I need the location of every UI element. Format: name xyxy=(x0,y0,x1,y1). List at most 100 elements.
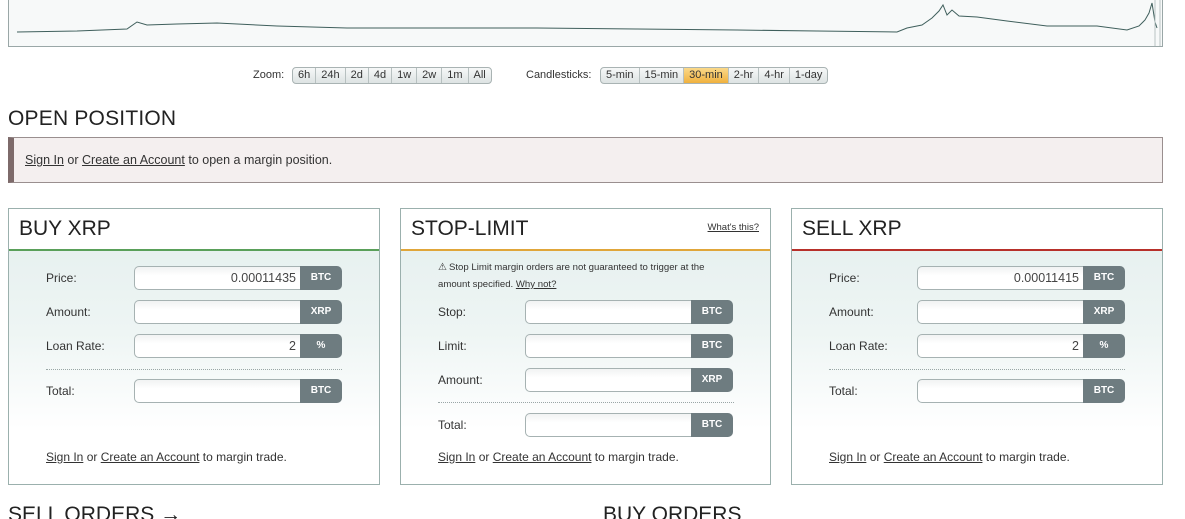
open-position-title: OPEN POSITION xyxy=(8,107,177,130)
stop-amount-unit: XRP xyxy=(691,368,733,392)
buy-loan-rate-label: Loan Rate: xyxy=(46,339,105,353)
zoom-1w[interactable]: 1w xyxy=(392,68,418,83)
buy-footer-text: to margin trade. xyxy=(202,450,287,464)
buy-total-label: Total: xyxy=(46,384,75,398)
sell-sign-in-link[interactable]: Sign In xyxy=(829,450,866,464)
stop-limit-panel-header: STOP-LIMIT What's this? xyxy=(401,209,770,251)
stop-label: Stop: xyxy=(438,305,467,319)
zoom-6h[interactable]: 6h xyxy=(293,68,317,83)
zoom-2d[interactable]: 2d xyxy=(346,68,369,83)
create-account-link[interactable]: Create an Account xyxy=(82,153,185,167)
sell-orders-title: SELL ORDERS → xyxy=(8,503,182,519)
candle-4-hr[interactable]: 4-hr xyxy=(759,68,790,83)
or-text: or xyxy=(67,153,79,167)
sell-loan-rate-unit: % xyxy=(1083,334,1125,358)
candle-2-hr[interactable]: 2-hr xyxy=(729,68,760,83)
sell-price-unit: BTC xyxy=(1083,266,1125,290)
stop-row: Stop: BTC xyxy=(401,300,770,324)
candle-5-min[interactable]: 5-min xyxy=(601,68,640,83)
buy-amount-unit: XRP xyxy=(300,300,342,324)
stop-or-text: or xyxy=(478,450,490,464)
sell-total-unit: BTC xyxy=(1083,379,1125,403)
price-line xyxy=(16,2,1158,33)
stop-limit-warning: ⚠ Stop Limit margin orders are not guaran… xyxy=(438,259,738,293)
buy-divider xyxy=(46,369,342,370)
limit-row: Limit: BTC xyxy=(401,334,770,358)
candle-15-min[interactable]: 15-min xyxy=(640,68,685,83)
buy-price-unit: BTC xyxy=(300,266,342,290)
sell-create-account-link[interactable]: Create an Account xyxy=(884,450,983,464)
zoom-1m[interactable]: 1m xyxy=(442,68,469,83)
sell-amount-label: Amount: xyxy=(829,305,874,319)
sell-price-label: Price: xyxy=(829,271,860,285)
whats-this-link[interactable]: What's this? xyxy=(708,222,759,233)
buy-amount-label: Amount: xyxy=(46,305,91,319)
limit-input[interactable] xyxy=(525,334,691,358)
buy-footer: Sign In or Create an Account to margin t… xyxy=(46,450,287,464)
buy-amount-row: Amount: XRP xyxy=(9,300,379,324)
buy-total-input[interactable] xyxy=(134,379,300,403)
buy-panel-header: BUY XRP xyxy=(9,209,379,251)
candlestick-button-group: 5-min 15-min 30-min 2-hr 4-hr 1-day xyxy=(600,67,829,84)
sell-or-text: or xyxy=(869,450,881,464)
stop-footer-text: to margin trade. xyxy=(594,450,679,464)
zoom-label: Zoom: xyxy=(253,69,285,81)
sell-divider xyxy=(829,369,1125,370)
zoom-4d[interactable]: 4d xyxy=(369,68,393,83)
stop-unit: BTC xyxy=(691,300,733,324)
why-not-link[interactable]: Why not? xyxy=(516,279,557,290)
sell-total-label: Total: xyxy=(829,384,858,398)
buy-price-input[interactable] xyxy=(134,266,300,290)
chart-controls: Zoom: 6h 24h 2d 4d 1w 2w 1m All Candlesticks: 5… xyxy=(0,67,1185,85)
buy-total-row: Total: BTC xyxy=(9,379,379,403)
stop-limit-warning-text: Stop Limit margin orders are not guarant… xyxy=(438,262,705,290)
sell-panel-header: SELL XRP xyxy=(792,209,1162,251)
stop-create-account-link[interactable]: Create an Account xyxy=(493,450,592,464)
sell-loan-rate-input[interactable] xyxy=(917,334,1083,358)
limit-unit: BTC xyxy=(691,334,733,358)
buy-panel: BUY XRP Price: BTC Amount: XRP Loan Rate… xyxy=(8,208,380,485)
candle-30-min[interactable]: 30-min xyxy=(684,68,729,83)
sell-amount-row: Amount: XRP xyxy=(792,300,1162,324)
zoom-button-group: 6h 24h 2d 4d 1w 2w 1m All xyxy=(292,67,492,84)
buy-create-account-link[interactable]: Create an Account xyxy=(101,450,200,464)
zoom-2w[interactable]: 2w xyxy=(417,68,443,83)
sell-loan-rate-label: Loan Rate: xyxy=(829,339,888,353)
sell-total-input[interactable] xyxy=(917,379,1083,403)
stop-limit-footer: Sign In or Create an Account to margin t… xyxy=(438,450,679,464)
sign-in-link[interactable]: Sign In xyxy=(25,153,64,167)
stop-total-input[interactable] xyxy=(525,413,691,437)
sell-panel-title: SELL XRP xyxy=(802,217,902,240)
buy-panel-title: BUY XRP xyxy=(19,217,111,240)
stop-limit-panel: STOP-LIMIT What's this? ⚠ Stop Limit marg… xyxy=(400,208,771,485)
notice-message: to open a margin position. xyxy=(188,153,333,167)
zoom-24h[interactable]: 24h xyxy=(316,68,346,83)
sell-total-row: Total: BTC xyxy=(792,379,1162,403)
sell-panel: SELL XRP Price: BTC Amount: XRP Loan Rat… xyxy=(791,208,1163,485)
buy-price-row: Price: BTC xyxy=(9,266,379,290)
stop-amount-label: Amount: xyxy=(438,373,483,387)
stop-limit-divider xyxy=(438,402,734,403)
buy-loan-rate-row: Loan Rate: % xyxy=(9,334,379,358)
buy-loan-rate-input[interactable] xyxy=(134,334,300,358)
buy-or-text: or xyxy=(86,450,98,464)
stop-input[interactable] xyxy=(525,300,691,324)
stop-limit-panel-title: STOP-LIMIT xyxy=(411,217,529,240)
buy-orders-title: BUY ORDERS xyxy=(603,503,742,519)
open-position-notice: Sign In or Create an Account to open a m… xyxy=(8,137,1163,183)
zoom-all[interactable]: All xyxy=(469,68,491,83)
stop-amount-input[interactable] xyxy=(525,368,691,392)
sell-footer: Sign In or Create an Account to margin t… xyxy=(829,450,1070,464)
price-chart-svg xyxy=(16,0,1161,46)
sell-price-input[interactable] xyxy=(917,266,1083,290)
candle-1-day[interactable]: 1-day xyxy=(790,68,828,83)
sell-amount-unit: XRP xyxy=(1083,300,1125,324)
buy-total-unit: BTC xyxy=(300,379,342,403)
sell-amount-input[interactable] xyxy=(917,300,1083,324)
buy-amount-input[interactable] xyxy=(134,300,300,324)
buy-loan-rate-unit: % xyxy=(300,334,342,358)
stop-total-row: Total: BTC xyxy=(401,413,770,437)
stop-sign-in-link[interactable]: Sign In xyxy=(438,450,475,464)
buy-sign-in-link[interactable]: Sign In xyxy=(46,450,83,464)
price-chart[interactable] xyxy=(8,0,1163,47)
